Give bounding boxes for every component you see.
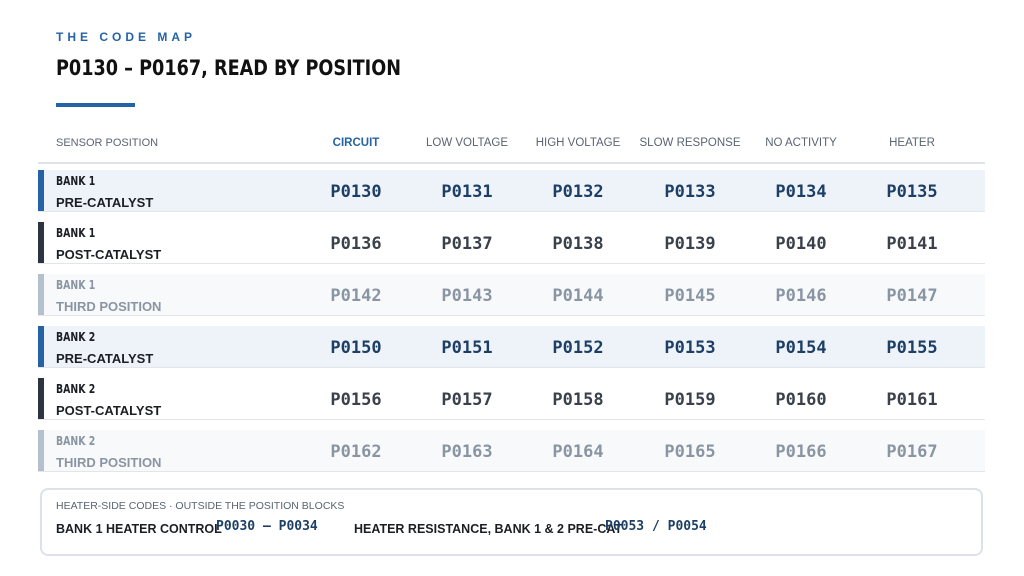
- code-cell: P0158: [552, 390, 604, 410]
- code-cell: P0141: [886, 234, 938, 254]
- table-header: SENSOR POSITION CIRCUIT LOW VOLTAGE HIGH…: [38, 128, 985, 164]
- row-position-label: PRE-CATALYST: [56, 195, 154, 210]
- heater-codes-title: HEATER-SIDE CODES · OUTSIDE THE POSITION…: [56, 500, 345, 512]
- code-cell: P0134: [775, 182, 827, 202]
- row-position-label: POST-CATALYST: [56, 247, 162, 262]
- code-cell: P0140: [775, 234, 827, 254]
- heater-codes-panel: HEATER-SIDE CODES · OUTSIDE THE POSITION…: [40, 488, 983, 556]
- code-cell: P0130: [330, 182, 382, 202]
- row-position-label: PRE-CATALYST: [56, 351, 154, 366]
- row-accent-bar: [38, 378, 44, 419]
- code-cell: P0133: [664, 182, 716, 202]
- code-cell: P0156: [330, 390, 382, 410]
- heater-resistance-label: HEATER RESISTANCE, BANK 1 & 2 PRE-CAT: [354, 522, 623, 536]
- code-cell: P0131: [441, 182, 493, 202]
- row-bank-label: BANK 1: [56, 278, 96, 292]
- code-cell: P0144: [552, 286, 604, 306]
- row-accent-bar: [38, 170, 44, 211]
- column-header-circuit: CIRCUIT: [332, 137, 380, 149]
- code-cell: P0132: [552, 182, 604, 202]
- code-cell: P0147: [886, 286, 938, 306]
- column-header-heater: HEATER: [889, 137, 935, 149]
- code-cell: P0145: [664, 286, 716, 306]
- eyebrow: THE CODE MAP: [56, 30, 197, 44]
- table-row: BANK 1 PRE-CATALYST P0130 P0131 P0132 P0…: [38, 170, 985, 212]
- code-cell: P0161: [886, 390, 938, 410]
- code-cell: P0137: [441, 234, 493, 254]
- code-cell: P0165: [664, 442, 716, 462]
- heater-resistance-codes: P0053 / P0054: [605, 519, 707, 534]
- code-cell: P0164: [552, 442, 604, 462]
- row-accent-bar: [38, 430, 44, 471]
- row-position-label: THIRD POSITION: [56, 299, 162, 314]
- code-cell: P0138: [552, 234, 604, 254]
- code-cell: P0154: [775, 338, 827, 358]
- sensor-position-header: SENSOR POSITION: [56, 137, 159, 149]
- row-bank-label: BANK 1: [56, 226, 96, 240]
- code-cell: P0152: [552, 338, 604, 358]
- table-row: BANK 2 PRE-CATALYST P0150 P0151 P0152 P0…: [38, 326, 985, 368]
- row-position-label: POST-CATALYST: [56, 403, 162, 418]
- code-cell: P0159: [664, 390, 716, 410]
- table-row: BANK 2 POST-CATALYST P0156 P0157 P0158 P…: [38, 378, 985, 420]
- row-bank-label: BANK 1: [56, 174, 96, 188]
- heater-control-codes: P0030 – P0034: [216, 519, 318, 534]
- column-header-low-voltage: LOW VOLTAGE: [425, 137, 508, 149]
- page-title: P0130 – P0167, READ BY POSITION: [56, 56, 402, 80]
- code-cell: P0146: [775, 286, 827, 306]
- table-row: BANK 1 THIRD POSITION P0142 P0143 P0144 …: [38, 274, 985, 316]
- code-cell: P0163: [441, 442, 493, 462]
- code-cell: P0160: [775, 390, 827, 410]
- code-cell: P0142: [330, 286, 382, 306]
- code-cell: P0157: [441, 390, 493, 410]
- code-cell: P0143: [441, 286, 493, 306]
- code-cell: P0162: [330, 442, 382, 462]
- code-cell: P0150: [330, 338, 382, 358]
- column-header-high-voltage: HIGH VOLTAGE: [535, 137, 621, 149]
- code-cell: P0151: [441, 338, 493, 358]
- row-bank-label: BANK 2: [56, 382, 96, 396]
- code-cell: P0135: [886, 182, 938, 202]
- code-cell: P0167: [886, 442, 938, 462]
- code-cell: P0153: [664, 338, 716, 358]
- table-row: BANK 2 THIRD POSITION P0162 P0163 P0164 …: [38, 430, 985, 472]
- heater-control-label: BANK 1 HEATER CONTROL: [56, 522, 222, 536]
- column-header-no-activity: NO ACTIVITY: [765, 137, 837, 149]
- code-cell: P0155: [886, 338, 938, 358]
- row-accent-bar: [38, 222, 44, 263]
- title-underline: [56, 103, 135, 107]
- code-cell: P0166: [775, 442, 827, 462]
- row-bank-label: BANK 2: [56, 434, 96, 448]
- code-cell: P0139: [664, 234, 716, 254]
- row-accent-bar: [38, 274, 44, 315]
- row-position-label: THIRD POSITION: [56, 455, 162, 470]
- row-accent-bar: [38, 326, 44, 367]
- table-row: BANK 1 POST-CATALYST P0136 P0137 P0138 P…: [38, 222, 985, 264]
- row-bank-label: BANK 2: [56, 330, 96, 344]
- column-header-slow-response: SLOW RESPONSE: [639, 137, 741, 149]
- code-cell: P0136: [330, 234, 382, 254]
